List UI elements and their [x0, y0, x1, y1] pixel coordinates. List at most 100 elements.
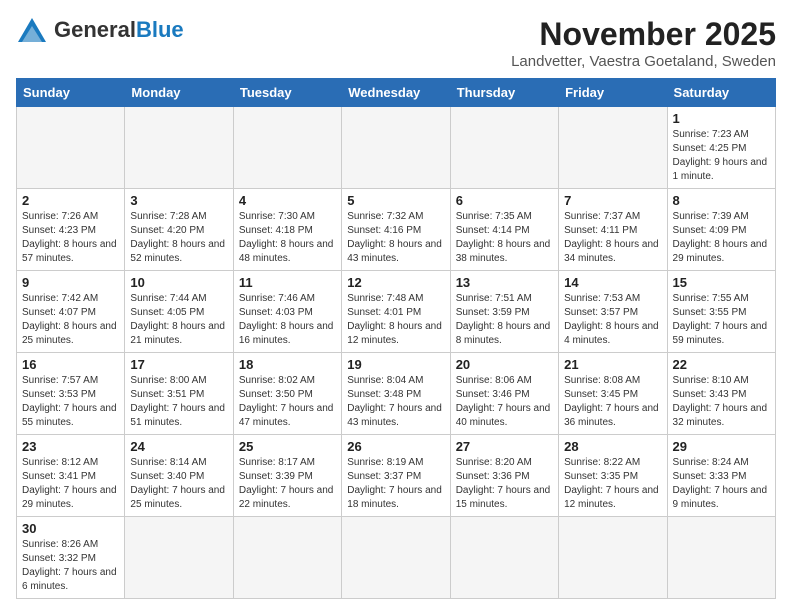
calendar-cell: 6Sunrise: 7:35 AM Sunset: 4:14 PM Daylig… [450, 189, 558, 271]
calendar-cell: 15 Sunrise: 7:55 AM Sunset: 3:55 PM Dayli… [667, 271, 775, 353]
calendar-cell: 12Sunrise: 7:48 AM Sunset: 4:01 PM Dayli… [342, 271, 450, 353]
calendar-cell [125, 517, 233, 599]
weekday-header: Friday [559, 79, 667, 107]
calendar-cell: 29 Sunrise: 8:24 AM Sunset: 3:33 PM Dayli… [667, 435, 775, 517]
day-info: Sunrise: 7:57 AM Sunset: 3:53 PM Dayligh… [22, 374, 119, 430]
day-info: Sunrise: 8:08 AM Sunset: 3:45 PM Dayligh… [564, 374, 661, 430]
month-year: November 2025 [511, 16, 776, 53]
day-info: Sunrise: 8:06 AM Sunset: 3:46 PM Dayligh… [456, 374, 553, 430]
calendar-cell: 9 Sunrise: 7:42 AM Sunset: 4:07 PM Daylig… [17, 271, 125, 353]
day-number: 30 [22, 521, 119, 536]
calendar-cell [450, 517, 558, 599]
day-number: 2 [22, 193, 119, 208]
day-info: Sunrise: 8:17 AM Sunset: 3:39 PM Dayligh… [239, 456, 336, 512]
calendar-cell: 13Sunrise: 7:51 AM Sunset: 3:59 PM Dayli… [450, 271, 558, 353]
day-info: Sunrise: 7:55 AM Sunset: 3:55 PM Dayligh… [673, 292, 770, 348]
day-info: Sunrise: 8:00 AM Sunset: 3:51 PM Dayligh… [130, 374, 227, 430]
day-info: Sunrise: 8:04 AM Sunset: 3:48 PM Dayligh… [347, 374, 444, 430]
day-info: Sunrise: 7:28 AM Sunset: 4:20 PM Dayligh… [130, 210, 227, 266]
calendar-cell: 8Sunrise: 7:39 AM Sunset: 4:09 PM Daylig… [667, 189, 775, 271]
day-info: Sunrise: 8:14 AM Sunset: 3:40 PM Dayligh… [130, 456, 227, 512]
day-info: Sunrise: 7:30 AM Sunset: 4:18 PM Dayligh… [239, 210, 336, 266]
day-number: 16 [22, 357, 119, 372]
day-number: 11 [239, 275, 336, 290]
day-info: Sunrise: 8:10 AM Sunset: 3:43 PM Dayligh… [673, 374, 770, 430]
calendar-cell: 18Sunrise: 8:02 AM Sunset: 3:50 PM Dayli… [233, 353, 341, 435]
calendar-cell: 24 Sunrise: 8:14 AM Sunset: 3:40 PM Dayli… [125, 435, 233, 517]
day-number: 19 [347, 357, 444, 372]
day-number: 17 [130, 357, 227, 372]
calendar-cell: 30Sunrise: 8:26 AM Sunset: 3:32 PM Dayli… [17, 517, 125, 599]
weekday-header: Saturday [667, 79, 775, 107]
calendar-cell: 27 Sunrise: 8:20 AM Sunset: 3:36 PM Dayli… [450, 435, 558, 517]
day-number: 23 [22, 439, 119, 454]
calendar-cell: 23 Sunrise: 8:12 AM Sunset: 3:41 PM Dayli… [17, 435, 125, 517]
day-info: Sunrise: 7:35 AM Sunset: 4:14 PM Dayligh… [456, 210, 553, 266]
weekday-header: Monday [125, 79, 233, 107]
calendar-cell: 17 Sunrise: 8:00 AM Sunset: 3:51 PM Dayli… [125, 353, 233, 435]
calendar-cell: 20 Sunrise: 8:06 AM Sunset: 3:46 PM Dayli… [450, 353, 558, 435]
day-number: 26 [347, 439, 444, 454]
day-info: Sunrise: 8:24 AM Sunset: 3:33 PM Dayligh… [673, 456, 770, 512]
calendar-cell [233, 107, 341, 189]
weekday-header: Tuesday [233, 79, 341, 107]
calendar-cell: 16 Sunrise: 7:57 AM Sunset: 3:53 PM Dayli… [17, 353, 125, 435]
day-info: Sunrise: 7:32 AM Sunset: 4:16 PM Dayligh… [347, 210, 444, 266]
day-info: Sunrise: 7:53 AM Sunset: 3:57 PM Dayligh… [564, 292, 661, 348]
day-number: 24 [130, 439, 227, 454]
day-number: 27 [456, 439, 553, 454]
logo-text: GeneralBlue [54, 17, 184, 43]
day-number: 4 [239, 193, 336, 208]
day-number: 5 [347, 193, 444, 208]
day-number: 3 [130, 193, 227, 208]
calendar-cell: 4 Sunrise: 7:30 AM Sunset: 4:18 PM Daylig… [233, 189, 341, 271]
day-number: 1 [673, 111, 770, 126]
day-info: Sunrise: 7:44 AM Sunset: 4:05 PM Dayligh… [130, 292, 227, 348]
day-number: 10 [130, 275, 227, 290]
day-info: Sunrise: 7:26 AM Sunset: 4:23 PM Dayligh… [22, 210, 119, 266]
day-number: 12 [347, 275, 444, 290]
day-info: Sunrise: 7:37 AM Sunset: 4:11 PM Dayligh… [564, 210, 661, 266]
day-info: Sunrise: 8:20 AM Sunset: 3:36 PM Dayligh… [456, 456, 553, 512]
day-info: Sunrise: 8:19 AM Sunset: 3:37 PM Dayligh… [347, 456, 444, 512]
calendar-cell [667, 517, 775, 599]
day-info: Sunrise: 7:42 AM Sunset: 4:07 PM Dayligh… [22, 292, 119, 348]
calendar-cell: 28 Sunrise: 8:22 AM Sunset: 3:35 PM Dayli… [559, 435, 667, 517]
day-number: 20 [456, 357, 553, 372]
title-area: November 2025 Landvetter, Vaestra Goetal… [511, 16, 776, 70]
day-number: 28 [564, 439, 661, 454]
calendar-cell [559, 107, 667, 189]
calendar-cell: 5 Sunrise: 7:32 AM Sunset: 4:16 PM Daylig… [342, 189, 450, 271]
day-number: 15 [673, 275, 770, 290]
day-number: 29 [673, 439, 770, 454]
calendar-cell: 7Sunrise: 7:37 AM Sunset: 4:11 PM Daylig… [559, 189, 667, 271]
calendar-cell: 14Sunrise: 7:53 AM Sunset: 3:57 PM Dayli… [559, 271, 667, 353]
day-info: Sunrise: 8:02 AM Sunset: 3:50 PM Dayligh… [239, 374, 336, 430]
logo-area: GeneralBlue [16, 16, 184, 44]
calendar-cell: 22 Sunrise: 8:10 AM Sunset: 3:43 PM Dayli… [667, 353, 775, 435]
day-info: Sunrise: 8:22 AM Sunset: 3:35 PM Dayligh… [564, 456, 661, 512]
calendar-cell: 10 Sunrise: 7:44 AM Sunset: 4:05 PM Dayli… [125, 271, 233, 353]
calendar-cell: 1 Sunrise: 7:23 AM Sunset: 4:25 PM Daylig… [667, 107, 775, 189]
calendar-cell [233, 517, 341, 599]
day-info: Sunrise: 7:51 AM Sunset: 3:59 PM Dayligh… [456, 292, 553, 348]
calendar-cell: 11 Sunrise: 7:46 AM Sunset: 4:03 PM Dayli… [233, 271, 341, 353]
calendar-cell: 3 Sunrise: 7:28 AM Sunset: 4:20 PM Daylig… [125, 189, 233, 271]
calendar-cell: 21 Sunrise: 8:08 AM Sunset: 3:45 PM Dayli… [559, 353, 667, 435]
calendar-cell [342, 517, 450, 599]
day-info: Sunrise: 7:39 AM Sunset: 4:09 PM Dayligh… [673, 210, 770, 266]
header: GeneralBlue November 2025 Landvetter, Va… [16, 16, 776, 70]
calendar-cell: 25Sunrise: 8:17 AM Sunset: 3:39 PM Dayli… [233, 435, 341, 517]
logo-icon [16, 16, 48, 44]
day-number: 21 [564, 357, 661, 372]
day-number: 9 [22, 275, 119, 290]
day-info: Sunrise: 7:23 AM Sunset: 4:25 PM Dayligh… [673, 128, 770, 184]
weekday-header: Thursday [450, 79, 558, 107]
day-number: 22 [673, 357, 770, 372]
calendar-cell [559, 517, 667, 599]
calendar-cell [450, 107, 558, 189]
day-info: Sunrise: 8:12 AM Sunset: 3:41 PM Dayligh… [22, 456, 119, 512]
day-info: Sunrise: 7:46 AM Sunset: 4:03 PM Dayligh… [239, 292, 336, 348]
calendar-cell [342, 107, 450, 189]
calendar-cell [125, 107, 233, 189]
